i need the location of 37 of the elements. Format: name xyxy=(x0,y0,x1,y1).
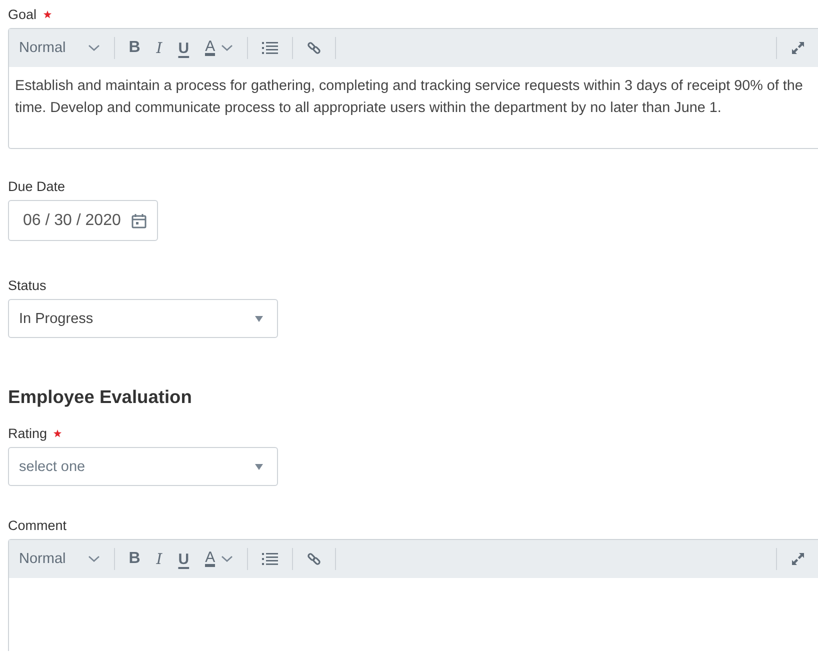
dropdown-arrow-icon xyxy=(255,464,263,470)
expand-icon xyxy=(791,552,805,566)
field-label: Due Date xyxy=(8,178,66,194)
bold-button[interactable]: B xyxy=(120,35,148,61)
underline-button[interactable]: U xyxy=(170,546,198,572)
italic-button[interactable]: I xyxy=(148,546,170,572)
field-label: Goal xyxy=(8,6,37,22)
expand-icon xyxy=(791,41,805,55)
list-icon xyxy=(262,553,278,565)
rating-dropdown[interactable]: select one xyxy=(8,447,278,486)
list-icon xyxy=(262,42,278,54)
status-dropdown[interactable]: In Progress xyxy=(8,299,278,338)
link-icon xyxy=(307,552,322,566)
chevron-icon xyxy=(221,555,234,563)
bold-button[interactable]: B xyxy=(120,546,148,572)
required-icon xyxy=(42,10,52,18)
field-label: Rating xyxy=(8,426,48,440)
underline-button[interactable]: U xyxy=(170,35,198,61)
date-field[interactable]: 06 / 30 / 2020 xyxy=(8,200,158,241)
format-dropdown[interactable]: Normal xyxy=(19,546,108,572)
chevron-icon xyxy=(88,555,100,563)
rich-text-editor[interactable]: Normal B I U A xyxy=(8,539,818,651)
section-heading: Employee Evaluation xyxy=(8,386,193,408)
dropdown-arrow-icon xyxy=(255,316,263,322)
calendar-icon xyxy=(130,212,147,228)
field-label: Status xyxy=(8,278,46,292)
field-label: Comment xyxy=(8,518,67,532)
format-dropdown[interactable]: Normal xyxy=(19,35,108,61)
rich-text-editor[interactable] xyxy=(8,28,818,149)
italic-button[interactable]: I xyxy=(148,35,170,61)
chevron-icon xyxy=(88,44,100,52)
chevron-icon xyxy=(221,44,234,52)
required-icon xyxy=(53,428,62,438)
goal-text: Establish and maintain a process for gathering, completing and tracking service requests within 3 days of receipt 90% of the time. Develop and communicate process to all appropriate users within the department by no later than June 1. xyxy=(15,77,804,118)
link-icon xyxy=(307,41,322,55)
text-color-button[interactable]: A xyxy=(197,35,242,61)
text-color-button[interactable]: A xyxy=(197,546,242,572)
